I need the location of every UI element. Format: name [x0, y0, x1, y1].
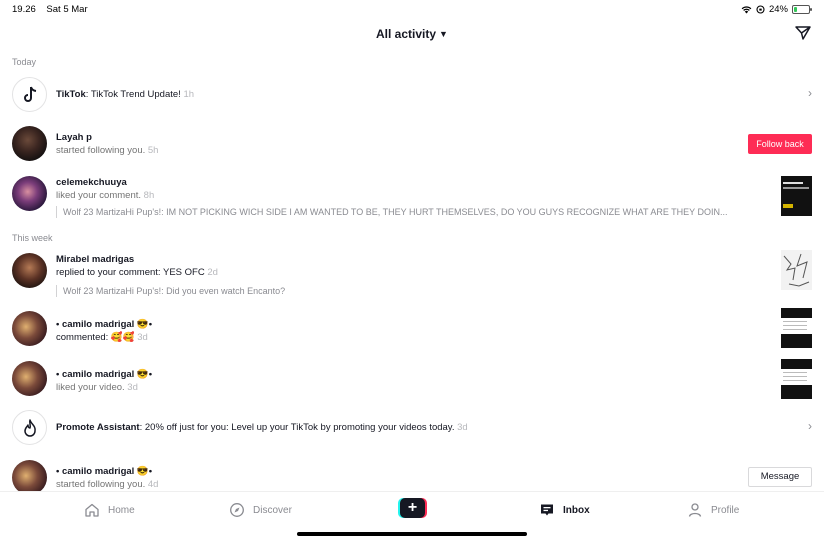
tab-profile[interactable]: Profile	[687, 501, 739, 519]
notification-text: Promote Assistant: 20% off just for you:…	[56, 422, 468, 433]
page-title: All activity	[376, 27, 437, 41]
send-icon[interactable]	[794, 24, 812, 42]
avatar[interactable]	[12, 253, 47, 288]
bottom-tab-bar: Home Discover + Inbox Profile	[0, 491, 824, 540]
person-icon	[688, 503, 702, 517]
activity-row-follow[interactable]: Layah p started following you. 5h Follow…	[0, 126, 824, 162]
section-this-week: This week	[12, 233, 53, 243]
status-date: Sat 5 Mar	[46, 4, 88, 15]
notification-text: • camilo madrigal 😎• commented: 🥰🥰 3d	[56, 319, 153, 343]
inbox-icon	[541, 504, 553, 516]
avatar[interactable]	[12, 126, 47, 161]
quoted-comment: Wolf 23 MartizaHi Pup's!: IM NOT PICKING…	[56, 206, 728, 218]
activity-row-like-comment[interactable]: celemekchuuya liked your comment. 8h Wol…	[0, 176, 824, 220]
activity-row-like-video[interactable]: • camilo madrigal 😎• liked your video. 3…	[0, 359, 824, 399]
chevron-down-icon: ▼	[439, 29, 448, 39]
home-icon	[85, 503, 99, 517]
avatar[interactable]	[12, 361, 47, 396]
follow-back-button[interactable]: Follow back	[748, 134, 812, 154]
battery-icon	[792, 5, 812, 14]
video-thumbnail[interactable]	[781, 308, 812, 348]
avatar[interactable]	[12, 311, 47, 346]
notification-text: TikTok: TikTok Trend Update! 1h	[56, 89, 195, 100]
status-time: 19.26	[12, 4, 36, 15]
compass-icon	[230, 503, 244, 517]
activity-row-promote[interactable]: Promote Assistant: 20% off just for you:…	[0, 410, 824, 446]
notification-text: celemekchuuya liked your comment. 8h	[56, 177, 155, 201]
wifi-icon	[741, 6, 752, 14]
header: All activity ▼	[0, 22, 824, 46]
notification-text: • camilo madrigal 😎• started following y…	[56, 466, 159, 490]
lock-rotation-icon	[756, 5, 765, 14]
notification-text: Layah p started following you. 5h	[56, 132, 159, 156]
activity-row-tiktok[interactable]: TikTok: TikTok Trend Update! 1h ›	[0, 77, 824, 113]
flame-icon	[12, 410, 47, 445]
tab-home[interactable]: Home	[84, 501, 135, 519]
avatar[interactable]	[12, 176, 47, 211]
chevron-right-icon[interactable]: ›	[808, 86, 812, 100]
status-bar: 19.26 Sat 5 Mar 24%	[0, 0, 824, 18]
avatar[interactable]	[12, 460, 47, 495]
chevron-right-icon[interactable]: ›	[808, 419, 812, 433]
video-thumbnail[interactable]	[781, 176, 812, 216]
video-thumbnail[interactable]	[781, 250, 812, 290]
battery-percent: 24%	[768, 4, 788, 15]
tab-discover[interactable]: Discover	[229, 501, 292, 519]
plus-icon: +	[400, 498, 425, 518]
quoted-comment: Wolf 23 MartizaHi Pup's!: Did you even w…	[56, 285, 285, 297]
create-button[interactable]: +	[398, 498, 427, 518]
home-indicator	[297, 532, 527, 536]
notification-text: • camilo madrigal 😎• liked your video. 3…	[56, 369, 153, 393]
video-thumbnail[interactable]	[781, 359, 812, 399]
activity-row-comment[interactable]: • camilo madrigal 😎• commented: 🥰🥰 3d	[0, 308, 824, 348]
notification-text: Mirabel madrigas replied to your comment…	[56, 254, 218, 278]
message-button[interactable]: Message	[748, 467, 812, 487]
section-today: Today	[12, 57, 37, 67]
activity-filter-dropdown[interactable]: All activity ▼	[0, 27, 824, 41]
tiktok-logo-icon	[12, 77, 47, 112]
activity-row-reply[interactable]: Mirabel madrigas replied to your comment…	[0, 250, 824, 297]
tab-inbox[interactable]: Inbox	[539, 501, 590, 519]
